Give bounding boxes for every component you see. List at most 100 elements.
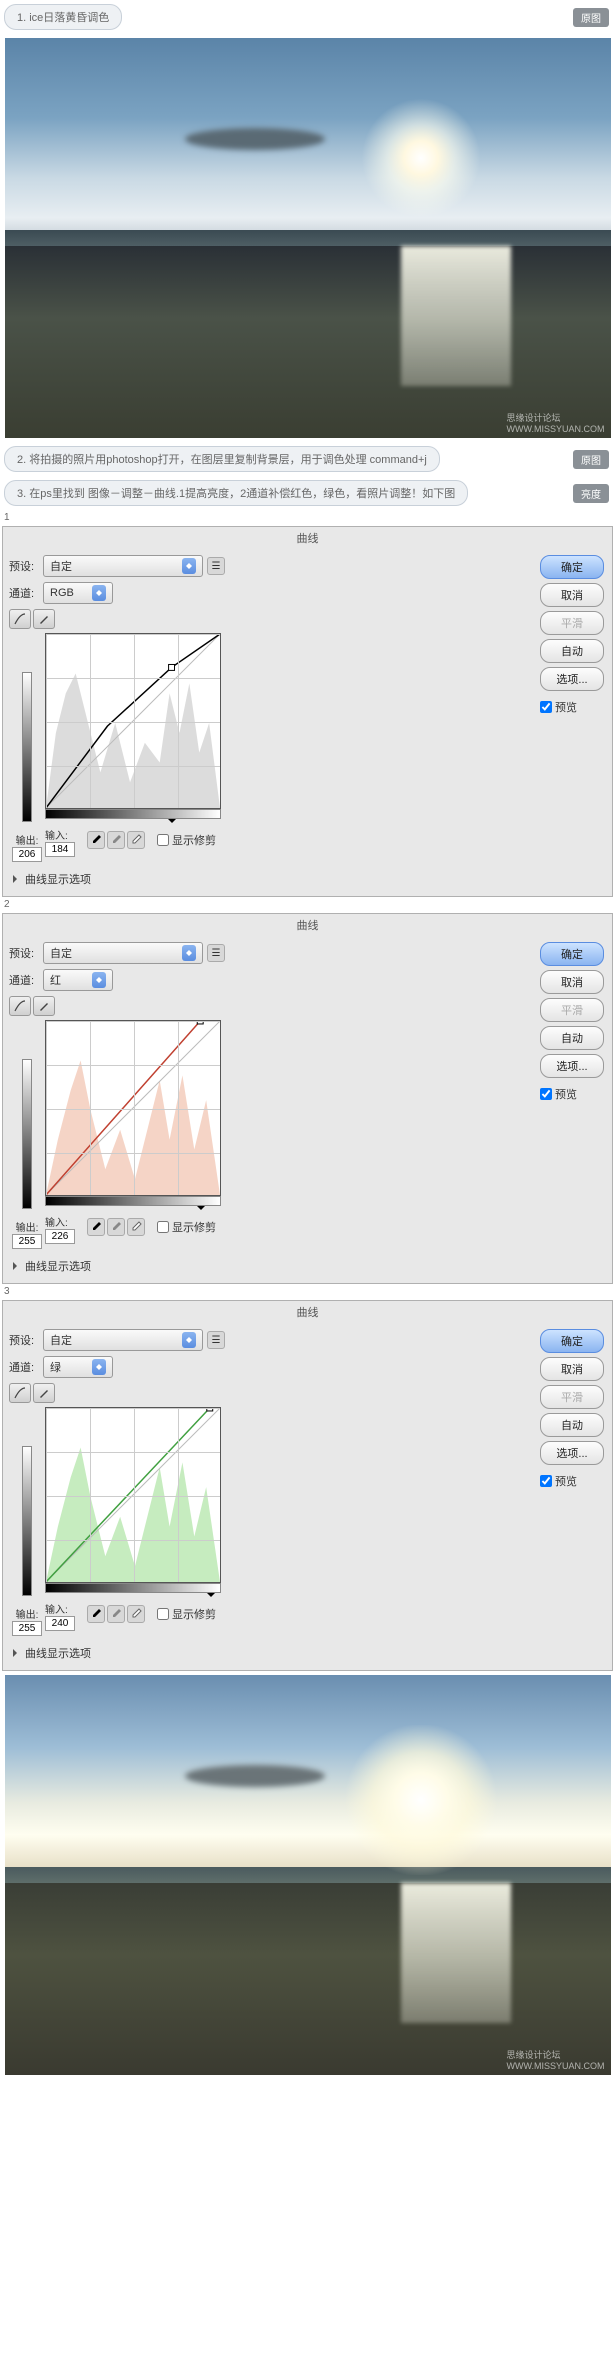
preset-menu-icon[interactable]: ☰ bbox=[207, 557, 225, 575]
eyedropper-white-icon[interactable] bbox=[127, 1218, 145, 1236]
dialog-title: 曲线 bbox=[3, 1301, 612, 1323]
original-button-1[interactable]: 原图 bbox=[573, 8, 609, 27]
preset-menu-icon[interactable]: ☰ bbox=[207, 1331, 225, 1349]
input-slider-handle[interactable] bbox=[197, 1206, 205, 1214]
water-reflection bbox=[401, 1883, 511, 2023]
eyedropper-gray-icon[interactable] bbox=[107, 831, 125, 849]
input-value-input[interactable] bbox=[45, 1616, 75, 1631]
curve-display-options-disclosure[interactable]: 曲线显示选项 bbox=[9, 1255, 532, 1277]
preview-checkbox[interactable]: 预览 bbox=[540, 1086, 606, 1102]
eyedropper-white-icon[interactable] bbox=[127, 831, 145, 849]
input-slider-handle[interactable] bbox=[168, 819, 176, 827]
highlight-button[interactable]: 亮度 bbox=[573, 484, 609, 503]
curve-pencil-tool[interactable] bbox=[33, 609, 55, 629]
eyedropper-white-icon[interactable] bbox=[127, 1605, 145, 1623]
eyedropper-gray-icon[interactable] bbox=[107, 1605, 125, 1623]
curve-pencil-tool[interactable] bbox=[33, 996, 55, 1016]
preview-label: 预览 bbox=[555, 1473, 577, 1489]
output-label: 输出: bbox=[12, 1219, 42, 1234]
output-value-input[interactable] bbox=[12, 1621, 42, 1636]
select-arrows-icon bbox=[92, 972, 106, 988]
cancel-button[interactable]: 取消 bbox=[540, 583, 604, 607]
output-value-input[interactable] bbox=[12, 1234, 42, 1249]
dialog-title: 曲线 bbox=[3, 527, 612, 549]
input-slider-handle[interactable] bbox=[207, 1593, 215, 1601]
watermark: 思缘设计论坛WWW.MISSYUAN.COM bbox=[507, 2048, 605, 2071]
curve-point-tool[interactable] bbox=[9, 996, 31, 1016]
watermark: 思缘设计论坛WWW.MISSYUAN.COM bbox=[507, 411, 605, 434]
preview-checkbox[interactable]: 预览 bbox=[540, 1473, 606, 1489]
dialog-title: 曲线 bbox=[3, 914, 612, 936]
preset-select[interactable]: 自定 bbox=[43, 555, 203, 577]
preset-select[interactable]: 自定 bbox=[43, 1329, 203, 1351]
curve-display-options-disclosure[interactable]: 曲线显示选项 bbox=[9, 1642, 532, 1664]
photo-before: 思缘设计论坛WWW.MISSYUAN.COM bbox=[5, 38, 611, 438]
cancel-button[interactable]: 取消 bbox=[540, 1357, 604, 1381]
ok-button[interactable]: 确定 bbox=[540, 555, 604, 579]
eyedropper-black-icon[interactable] bbox=[87, 1605, 105, 1623]
preset-select[interactable]: 自定 bbox=[43, 942, 203, 964]
eyedropper-black-icon[interactable] bbox=[87, 831, 105, 849]
preview-checkbox[interactable]: 预览 bbox=[540, 699, 606, 715]
auto-button[interactable]: 自动 bbox=[540, 1026, 604, 1050]
show-clipping-checkbox[interactable]: 显示修剪 bbox=[157, 832, 216, 848]
curve-grid[interactable] bbox=[45, 633, 221, 809]
curve-grid[interactable] bbox=[45, 1407, 221, 1583]
show-clipping-label: 显示修剪 bbox=[172, 1219, 216, 1235]
disclosure-triangle-icon bbox=[13, 1262, 21, 1270]
smooth-button: 平滑 bbox=[540, 998, 604, 1022]
ok-button[interactable]: 确定 bbox=[540, 1329, 604, 1353]
output-label: 输出: bbox=[12, 832, 42, 847]
channel-select[interactable]: 绿 bbox=[43, 1356, 113, 1378]
show-clipping-label: 显示修剪 bbox=[172, 832, 216, 848]
auto-button[interactable]: 自动 bbox=[540, 1413, 604, 1437]
select-arrows-icon bbox=[182, 1332, 196, 1348]
auto-button[interactable]: 自动 bbox=[540, 639, 604, 663]
curve-point-tool[interactable] bbox=[9, 609, 31, 629]
channel-select[interactable]: 红 bbox=[43, 969, 113, 991]
show-clipping-checkbox[interactable]: 显示修剪 bbox=[157, 1606, 216, 1622]
curve-display-options-disclosure[interactable]: 曲线显示选项 bbox=[9, 868, 532, 890]
preset-menu-icon[interactable]: ☰ bbox=[207, 944, 225, 962]
curves-dialog-3: 曲线 预设: 自定 ☰ 通道: 绿 bbox=[2, 1300, 613, 1671]
output-gradient bbox=[22, 1446, 32, 1596]
channel-select[interactable]: RGB bbox=[43, 582, 113, 604]
cloud bbox=[185, 1765, 325, 1787]
input-label: 输入: bbox=[45, 1214, 75, 1229]
input-value-input[interactable] bbox=[45, 1229, 75, 1244]
preset-label: 预设: bbox=[9, 558, 39, 574]
curve-pencil-tool[interactable] bbox=[33, 1383, 55, 1403]
channel-label: 通道: bbox=[9, 1359, 39, 1375]
select-arrows-icon bbox=[92, 585, 106, 601]
curve-grid[interactable] bbox=[45, 1020, 221, 1196]
input-gradient bbox=[45, 809, 221, 819]
ok-button[interactable]: 确定 bbox=[540, 942, 604, 966]
preset-label: 预设: bbox=[9, 1332, 39, 1348]
options-button[interactable]: 选项... bbox=[540, 667, 604, 691]
channel-value: RGB bbox=[50, 587, 74, 599]
output-gradient bbox=[22, 672, 32, 822]
input-gradient bbox=[45, 1583, 221, 1593]
channel-value: 红 bbox=[50, 972, 61, 988]
eyedropper-gray-icon[interactable] bbox=[107, 1218, 125, 1236]
disclosure-triangle-icon bbox=[13, 1649, 21, 1657]
sun-glow bbox=[346, 1725, 496, 1875]
select-arrows-icon bbox=[182, 558, 196, 574]
eyedropper-black-icon[interactable] bbox=[87, 1218, 105, 1236]
select-arrows-icon bbox=[182, 945, 196, 961]
original-button-2[interactable]: 原图 bbox=[573, 450, 609, 469]
select-arrows-icon bbox=[92, 1359, 106, 1375]
input-value-input[interactable] bbox=[45, 842, 75, 857]
cancel-button[interactable]: 取消 bbox=[540, 970, 604, 994]
curves-dialog-2: 曲线 预设: 自定 ☰ 通道: 红 bbox=[2, 913, 613, 1284]
dialog-number: 3 bbox=[4, 1286, 10, 1297]
input-label: 输入: bbox=[45, 827, 75, 842]
curve-point-tool[interactable] bbox=[9, 1383, 31, 1403]
options-button[interactable]: 选项... bbox=[540, 1054, 604, 1078]
step-1-text: 1. ice日落黄昏调色 bbox=[17, 9, 109, 25]
output-value-input[interactable] bbox=[12, 847, 42, 862]
options-button[interactable]: 选项... bbox=[540, 1441, 604, 1465]
show-clipping-checkbox[interactable]: 显示修剪 bbox=[157, 1219, 216, 1235]
input-label: 输入: bbox=[45, 1601, 75, 1616]
dialog-number: 1 bbox=[4, 512, 10, 523]
